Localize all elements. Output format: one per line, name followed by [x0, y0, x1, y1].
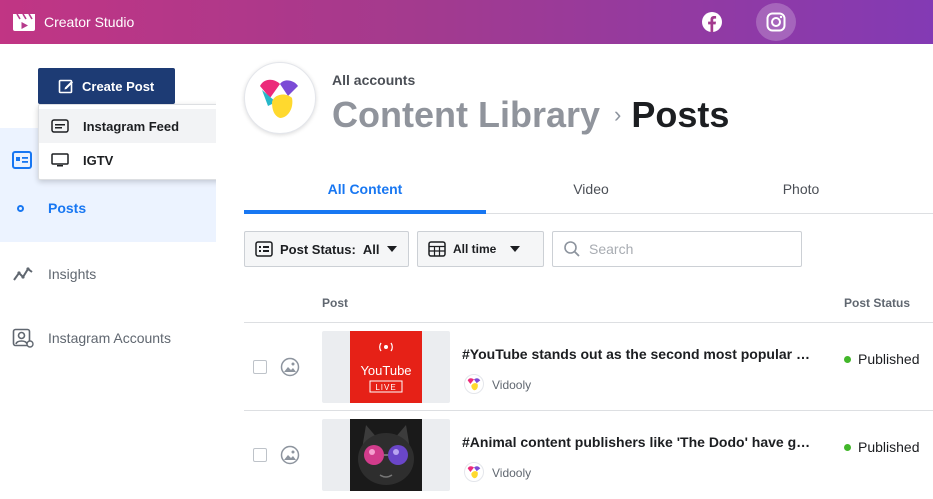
sidebar-item-insights-label: Insights — [48, 266, 97, 282]
create-post-menu: Instagram Feed IGTV — [38, 104, 238, 180]
instagram-icon — [766, 12, 786, 32]
post-status-filter[interactable]: Post Status: All — [244, 231, 409, 267]
status-dot-icon — [844, 355, 851, 363]
post-thumbnail[interactable] — [322, 419, 450, 491]
tab-video[interactable]: Video — [486, 164, 696, 214]
row-checkbox[interactable] — [253, 360, 267, 374]
facebook-icon[interactable] — [701, 11, 723, 33]
status-badge: Published — [844, 351, 920, 367]
post-account: Vidooly — [492, 466, 532, 480]
post-thumbnail[interactable]: YouTube LIVE — [322, 331, 450, 403]
post-account: Vidooly — [492, 378, 532, 392]
cat-with-sunglasses-image — [350, 419, 422, 491]
photo-icon — [280, 445, 300, 465]
photo-icon — [280, 357, 300, 377]
posts-icon[interactable] — [12, 151, 32, 169]
account-avatar — [244, 62, 316, 134]
content-tabs: All Content Video Photo — [244, 164, 933, 214]
feed-icon — [51, 119, 69, 133]
vidooly-logo-icon — [464, 462, 484, 482]
instagram-tab[interactable] — [756, 3, 796, 41]
search-box[interactable] — [552, 231, 802, 267]
top-bar: Creator Studio — [0, 0, 933, 44]
breadcrumb-separator: › — [614, 102, 622, 127]
status-dot-icon — [844, 443, 851, 451]
menu-item-label: IGTV — [83, 152, 114, 168]
post-title[interactable]: #YouTube stands out as the second most p… — [462, 346, 812, 362]
row-checkbox[interactable] — [253, 448, 267, 462]
vidooly-logo-icon — [260, 79, 298, 118]
create-post-button[interactable]: Create Post — [38, 68, 175, 104]
column-header-post: Post — [322, 296, 349, 310]
sidebar-item-instagram-accounts[interactable]: Instagram Accounts — [0, 323, 216, 353]
active-tab-indicator — [244, 210, 486, 214]
status-badge: Published — [844, 439, 920, 455]
time-filter[interactable]: All time — [417, 231, 544, 267]
search-input[interactable] — [589, 241, 789, 257]
post-title[interactable]: #Animal content publishers like 'The Dod… — [462, 434, 812, 450]
tab-photo[interactable]: Photo — [696, 164, 906, 214]
accounts-icon — [12, 328, 34, 348]
vidooly-logo-icon — [464, 374, 484, 394]
table-row[interactable]: #Animal content publishers like 'The Dod… — [244, 411, 933, 499]
tab-all-content[interactable]: All Content — [244, 164, 486, 214]
status-label: Published — [858, 351, 920, 367]
main-content: All accounts Content Library › Posts All… — [216, 44, 933, 499]
create-post-label: Create Post — [82, 78, 155, 94]
youtube-live-thumbnail: YouTube LIVE — [350, 331, 422, 403]
creator-studio-logo-icon — [13, 13, 35, 31]
post-status-label: Post Status: — [280, 241, 356, 257]
menu-item-label: Instagram Feed — [83, 118, 180, 134]
breadcrumb-content-library[interactable]: Content Library — [332, 94, 600, 136]
breadcrumb: Content Library › Posts — [332, 94, 729, 136]
edit-icon — [58, 79, 73, 94]
app-title: Creator Studio — [44, 14, 135, 30]
posts-dot-icon — [17, 205, 24, 212]
insights-icon — [13, 267, 33, 281]
sidebar-item-insights[interactable]: Insights — [0, 259, 216, 289]
search-icon — [564, 241, 580, 257]
sidebar-item-posts[interactable]: Posts — [48, 200, 86, 216]
table-row[interactable]: YouTube LIVE #YouTube stands out as the … — [244, 323, 933, 411]
time-filter-label: All time — [453, 242, 497, 256]
thumbnail-live-text: LIVE — [375, 383, 396, 392]
chevron-down-icon — [387, 246, 398, 252]
menu-item-instagram-feed[interactable]: Instagram Feed — [39, 109, 237, 143]
status-icon — [255, 241, 273, 257]
sidebar-item-instagram-accounts-label: Instagram Accounts — [48, 330, 171, 346]
page-title: Posts — [631, 94, 730, 135]
chevron-down-icon — [510, 246, 521, 252]
column-header-post-status: Post Status — [844, 296, 911, 310]
calendar-icon — [428, 241, 446, 257]
account-name: All accounts — [332, 72, 416, 88]
thumbnail-youtube-text: YouTube — [360, 363, 411, 378]
tv-icon — [51, 153, 69, 167]
status-label: Published — [858, 439, 920, 455]
menu-item-igtv[interactable]: IGTV — [39, 143, 237, 177]
post-status-value: All — [362, 241, 380, 257]
